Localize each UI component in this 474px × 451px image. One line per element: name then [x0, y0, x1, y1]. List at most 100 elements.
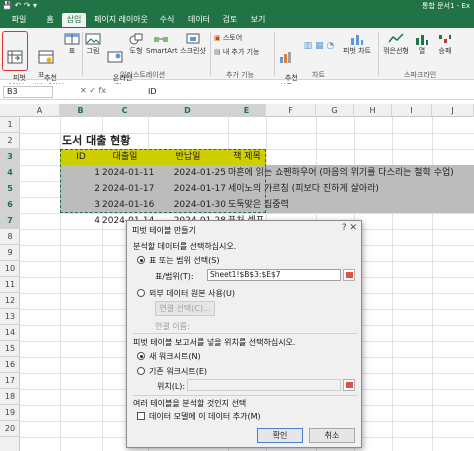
- sparkline-line-button[interactable]: 꺾은선형: [382, 32, 410, 56]
- range-input[interactable]: Sheet1!$B$3:$E$7: [207, 269, 341, 281]
- row-header[interactable]: 2: [0, 133, 20, 149]
- column-header[interactable]: G: [316, 104, 354, 117]
- row-header[interactable]: 1: [0, 117, 20, 133]
- my-addins-icon: ▤: [214, 48, 223, 56]
- row-header[interactable]: 11: [0, 277, 20, 293]
- range-picker-button[interactable]: [343, 269, 355, 281]
- ok-button[interactable]: 확인: [257, 428, 303, 443]
- row-header[interactable]: 6: [0, 197, 20, 213]
- table-label: 표: [68, 47, 76, 55]
- row-header[interactable]: 15: [0, 341, 20, 357]
- document-title: 통합 문서1 - Ex: [422, 2, 470, 10]
- table-icon: [64, 33, 80, 45]
- tab-formulas[interactable]: 수식: [154, 13, 180, 27]
- radio-external-source[interactable]: [137, 289, 145, 297]
- row-header[interactable]: 10: [0, 261, 20, 277]
- my-addins-button[interactable]: ▤ 내 추가 기능: [214, 48, 272, 57]
- ribbon-separator: [82, 32, 83, 76]
- column-headers: A B C D E F G H I J: [0, 104, 474, 117]
- row-header[interactable]: 19: [0, 405, 20, 421]
- row-header[interactable]: 7: [0, 213, 20, 229]
- store-icon: ▣: [214, 34, 223, 42]
- radio-external-source-label[interactable]: 외부 데이터 원본 사용(U): [149, 288, 235, 299]
- dialog-divider: [133, 395, 357, 396]
- radio-table-range-label[interactable]: 표 또는 범위 선택(S): [149, 255, 219, 266]
- pivot-chart-button[interactable]: 피벗 차트: [342, 32, 372, 56]
- row-header[interactable]: 18: [0, 389, 20, 405]
- chart-gallery[interactable]: ▥ ▦ ◔: [298, 42, 340, 51]
- row-header[interactable]: 9: [0, 245, 20, 261]
- tab-data[interactable]: 데이터: [184, 13, 214, 27]
- location-picker-button[interactable]: [343, 379, 355, 391]
- my-addins-label: 내 추가 기능: [222, 48, 260, 56]
- tab-view[interactable]: 보기: [246, 13, 270, 27]
- sparkline-column-label: 열: [418, 47, 426, 55]
- radio-existing-worksheet-label[interactable]: 기존 워크시트(E): [149, 366, 207, 377]
- choose-connection-button[interactable]: 연결 선택(C)...: [155, 301, 215, 316]
- row-header[interactable]: 8: [0, 229, 20, 245]
- tab-page-layout[interactable]: 페이지 레이아웃: [90, 13, 152, 27]
- pictures-button[interactable]: 그림: [84, 32, 102, 56]
- column-header[interactable]: E: [228, 104, 266, 117]
- column-header[interactable]: F: [266, 104, 316, 117]
- cancel-button[interactable]: 취소: [309, 428, 355, 443]
- screenshot-label: 스크린샷: [180, 47, 206, 55]
- row-header[interactable]: 3: [0, 149, 20, 165]
- ribbon: 피벗 테이블 추천 피벗 테이블 표 그림 온라인 그림 도형 SmartArt…: [0, 28, 474, 91]
- add-to-data-model-checkbox[interactable]: [137, 412, 145, 420]
- connection-name-label: 연결 이름:: [155, 322, 190, 331]
- name-box[interactable]: B3: [3, 86, 53, 98]
- shapes-button[interactable]: 도형: [128, 32, 144, 56]
- dialog-divider: [133, 333, 357, 334]
- row-header[interactable]: 5: [0, 181, 20, 197]
- column-header[interactable]: J: [432, 104, 474, 117]
- tab-review[interactable]: 검토: [218, 13, 242, 27]
- row-header[interactable]: 4: [0, 165, 20, 181]
- location-input[interactable]: [187, 379, 341, 391]
- recommended-pivot-icon: [38, 50, 54, 64]
- ribbon-separator: [210, 32, 211, 76]
- formula-input[interactable]: ID: [148, 87, 157, 96]
- range-label: 표/범위(T):: [155, 272, 194, 281]
- sparkline-winloss-button[interactable]: 승패: [434, 32, 456, 56]
- screenshot-button[interactable]: 스크린샷: [178, 32, 208, 56]
- radio-table-range[interactable]: [137, 256, 145, 264]
- tab-insert[interactable]: 삽입: [62, 13, 86, 27]
- line-sparkline-icon: [388, 33, 404, 43]
- store-button[interactable]: ▣ 스토어: [214, 34, 264, 43]
- group-label-sparklines: 스파크라인: [404, 71, 437, 79]
- column-header[interactable]: I: [392, 104, 432, 117]
- column-header[interactable]: B: [60, 104, 102, 117]
- sheet-title[interactable]: 도서 대출 현황: [62, 133, 130, 149]
- selection-marquee: [60, 149, 266, 213]
- section-model-label: 여러 테이블을 분석할 것인지 선택: [133, 399, 247, 408]
- sparkline-column-button[interactable]: 열: [414, 32, 430, 56]
- row-header[interactable]: 16: [0, 357, 20, 373]
- formula-bar: B3 ✕ ✓ fx ID: [0, 84, 474, 100]
- row-header[interactable]: 14: [0, 325, 20, 341]
- quick-access-toolbar[interactable]: 💾 ↶ ↷ ▾: [2, 1, 37, 10]
- dialog-help-close[interactable]: ? ✕: [342, 223, 357, 233]
- row-header[interactable]: 17: [0, 373, 20, 389]
- location-picker-icon: [346, 382, 353, 388]
- row-header[interactable]: 13: [0, 309, 20, 325]
- column-header[interactable]: D: [148, 104, 228, 117]
- column-header[interactable]: A: [20, 104, 60, 117]
- column-header[interactable]: H: [354, 104, 392, 117]
- table-cell[interactable]: 4: [60, 213, 100, 229]
- smartart-button[interactable]: SmartArt: [146, 32, 178, 56]
- radio-existing-worksheet[interactable]: [137, 367, 145, 375]
- radio-new-worksheet-label[interactable]: 새 워크시트(N): [149, 351, 201, 362]
- section-location-label: 피벗 테이블 보고서를 넣을 위치를 선택하십시오.: [133, 338, 296, 347]
- radio-new-worksheet[interactable]: [137, 352, 145, 360]
- row-header[interactable]: 20: [0, 421, 20, 437]
- store-label: 스토어: [222, 34, 243, 42]
- pivot-table-highlight: [2, 31, 28, 71]
- table-button[interactable]: 표: [64, 32, 80, 56]
- formula-icons[interactable]: ✕ ✓ fx: [80, 86, 106, 95]
- column-header[interactable]: C: [102, 104, 148, 117]
- tab-home[interactable]: 홈: [38, 13, 62, 27]
- row-header[interactable]: 12: [0, 293, 20, 309]
- add-to-data-model-label[interactable]: 데이터 모델에 이 데이터 추가(M): [149, 411, 261, 422]
- tab-file[interactable]: 파일: [4, 13, 34, 27]
